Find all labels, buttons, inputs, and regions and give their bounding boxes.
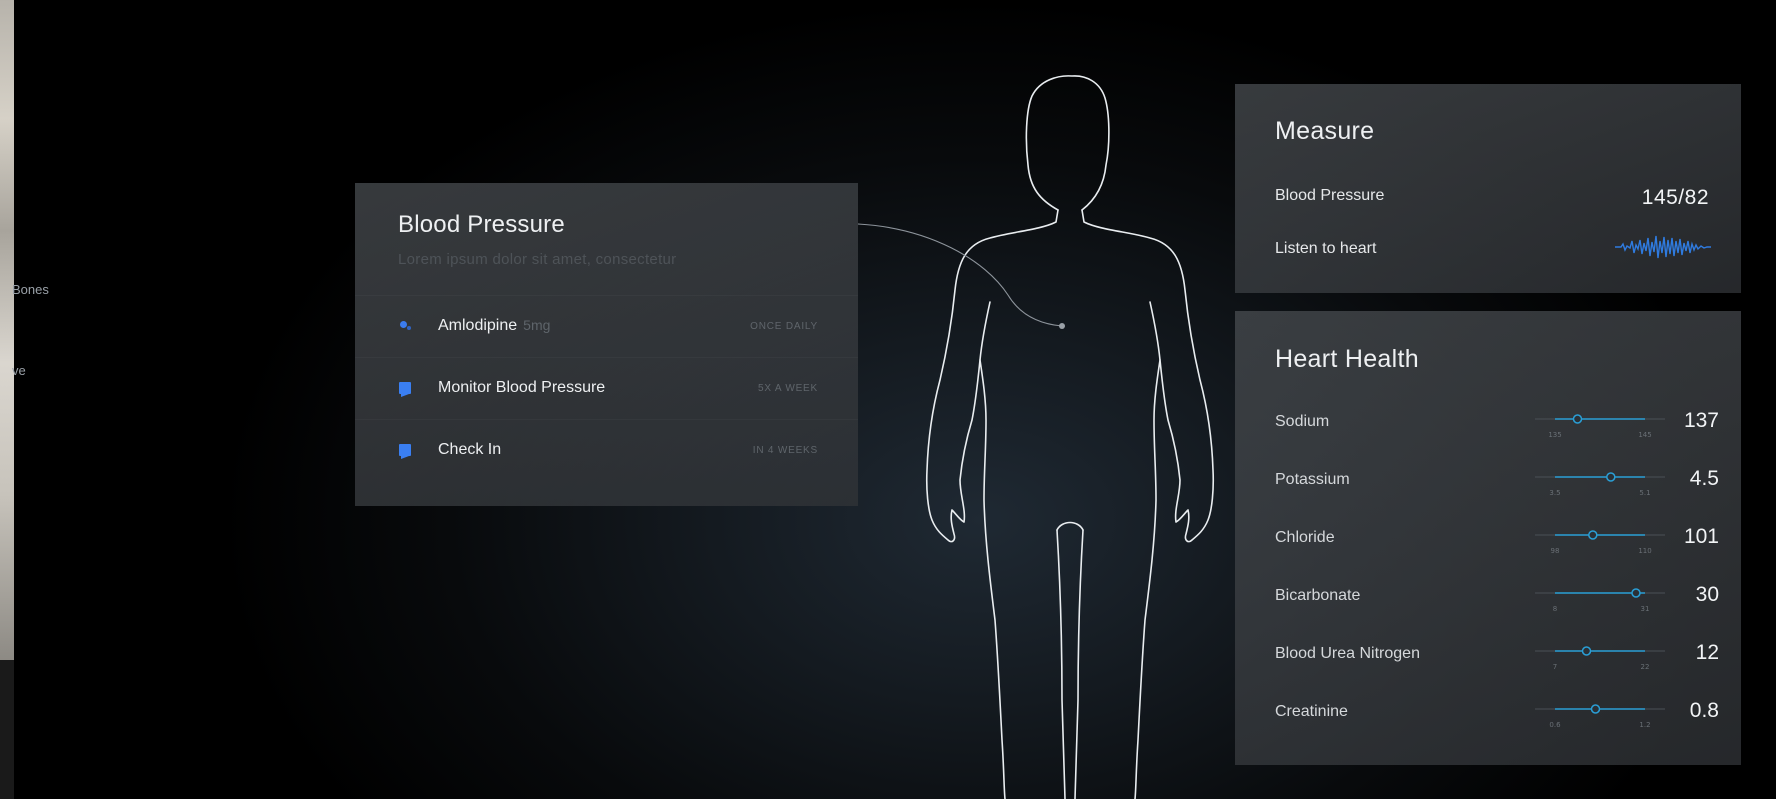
slider-max-label: 5.1 [1639,489,1650,497]
metric-row-sodium[interactable]: Sodium 135 145 137 [1235,409,1741,471]
metric-name: Potassium [1275,471,1350,488]
metric-row-chloride[interactable]: Chloride 98 110 101 [1235,525,1741,587]
slider-max-label: 1.2 [1639,721,1650,729]
range-slider[interactable]: 98 110 [1515,523,1675,563]
app-stage: Bones ve Blood Pressure Lorem ipsum dolo… [0,0,1776,799]
blood-pressure-card[interactable]: Blood Pressure Lorem ipsum dolor sit ame… [355,183,858,506]
metric-name: Blood Urea Nitrogen [1275,645,1420,662]
slider-min-label: 3.5 [1549,489,1560,497]
metric-value: 30 [1695,583,1719,606]
card-title: Blood Pressure [398,211,565,238]
clipboard-icon [399,382,411,394]
slider-max-label: 22 [1641,663,1650,671]
slider-knob[interactable] [1631,588,1641,598]
heart-health-card: Heart Health Sodium 135 145 137 Potassium… [1235,311,1741,765]
slider-knob[interactable] [1572,414,1583,424]
slider-knob[interactable] [1590,704,1601,714]
item-label: Check In [438,441,502,458]
heart-waveform-icon[interactable] [1615,232,1711,262]
list-item-monitor[interactable]: Monitor Blood Pressure 5X A WEEK [355,357,858,419]
list-item-check-in[interactable]: Check In IN 4 WEEKS [355,419,858,481]
metric-value: 4.5 [1689,467,1719,490]
heart-location-dot[interactable] [1059,323,1065,329]
slider-max-label: 31 [1641,605,1650,613]
item-label: Amlodipine [438,317,518,334]
metric-value: 0.8 [1689,699,1719,722]
slider-max-label: 145 [1638,431,1651,439]
slider-max-label: 110 [1638,547,1651,555]
slider-min-label: 135 [1548,431,1561,439]
metric-name: Bicarbonate [1275,587,1361,604]
metric-row-bicarbonate[interactable]: Bicarbonate 8 31 30 [1235,583,1741,645]
connector-line [857,223,1063,327]
range-slider[interactable]: 7 22 [1515,639,1675,679]
metric-row-creatinine[interactable]: Creatinine 0.6 1.2 0.8 [1235,699,1741,761]
metric-name: Creatinine [1275,703,1348,720]
slider-min-label: 8 [1553,605,1557,613]
range-slider[interactable]: 135 145 [1515,407,1675,447]
metric-value: 137 [1683,409,1719,432]
listen-to-heart-link[interactable]: Listen to heart [1275,240,1376,258]
blood-pressure-value: 145/82 [1641,186,1709,209]
list-item-medication[interactable]: Amlodipine 5mg ONCE DAILY [355,295,858,357]
item-frequency: IN 4 WEEKS [752,445,818,456]
metric-row-potassium[interactable]: Potassium 3.5 5.1 4.5 [1235,467,1741,529]
slider-min-label: 98 [1551,547,1560,555]
range-slider[interactable]: 3.5 5.1 [1515,465,1675,505]
pill-icon [399,320,411,332]
item-frequency: ONCE DAILY [750,321,818,332]
clipboard-icon [399,444,411,456]
metric-row-bun[interactable]: Blood Urea Nitrogen 7 22 12 [1235,641,1741,703]
metric-name: Sodium [1275,413,1330,430]
slider-knob[interactable] [1606,472,1616,482]
measure-card: Measure Blood Pressure 145/82 Listen to … [1235,84,1741,293]
metric-value: 101 [1683,525,1719,548]
metric-name: Chloride [1275,529,1335,546]
slider-knob[interactable] [1588,530,1598,540]
measure-title: Measure [1275,117,1375,145]
heart-health-title: Heart Health [1275,345,1419,373]
slider-min-label: 0.6 [1549,721,1561,729]
slider-min-label: 7 [1553,663,1557,671]
item-label: Monitor Blood Pressure [438,379,606,396]
blood-pressure-link[interactable]: Blood Pressure [1275,187,1384,205]
metric-value: 12 [1695,641,1719,664]
range-slider[interactable]: 0.6 1.2 [1515,697,1675,737]
card-subtitle: Lorem ipsum dolor sit amet, consectetur [398,251,677,268]
range-slider[interactable]: 8 31 [1515,581,1675,621]
item-dose: 5mg [523,317,551,333]
slider-knob[interactable] [1581,646,1592,656]
item-frequency: 5X A WEEK [757,383,818,394]
